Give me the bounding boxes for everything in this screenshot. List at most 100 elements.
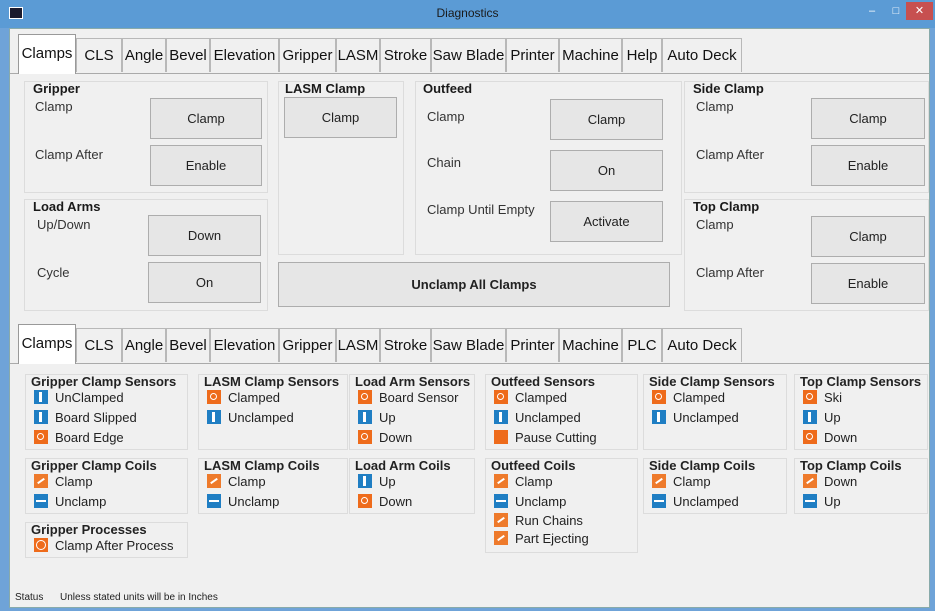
top-tab-clamps[interactable]: Clamps <box>18 34 76 74</box>
top-tab-gripper[interactable]: Gripper <box>279 38 336 72</box>
load-arms-cycle-label: Cycle <box>37 265 70 280</box>
sensor-label: Board Slipped <box>55 410 137 425</box>
group-title: LASM Clamp Sensors <box>204 374 340 389</box>
outfeed-title: Outfeed <box>423 81 473 96</box>
outfeed-activate-button[interactable]: Activate <box>550 201 663 242</box>
coil-label: Clamp <box>55 474 93 489</box>
gripper-clamp-coils-group: Gripper Clamp Coils Clamp Unclamp <box>25 458 188 514</box>
side-clamp-enable-button[interactable]: Enable <box>811 145 925 186</box>
top-tab-saw-blade[interactable]: Saw Blade <box>431 38 506 72</box>
top-clamp-clamp-button[interactable]: Clamp <box>811 216 925 257</box>
coil-label: Clamp <box>228 474 266 489</box>
bottom-tab-plc[interactable]: PLC <box>622 328 662 362</box>
gripper-clamp-after-label: Clamp After <box>35 147 103 162</box>
sensor-label: Unclamped <box>228 410 294 425</box>
bottom-tab-bevel[interactable]: Bevel <box>166 328 210 362</box>
top-tab-auto-deck[interactable]: Auto Deck <box>662 38 742 72</box>
group-title: Outfeed Sensors <box>491 374 596 389</box>
sensor-label: Pause Cutting <box>515 430 597 445</box>
orange-coil-icon <box>494 474 508 488</box>
side-clamp-after-label: Clamp After <box>696 147 764 162</box>
side-clamp-title: Side Clamp <box>693 81 764 96</box>
group-title: Gripper Clamp Sensors <box>31 374 177 389</box>
sensor-label: Up <box>824 410 841 425</box>
load-arm-sensors-group: Load Arm Sensors Board Sensor Up Down <box>349 374 475 450</box>
sensor-row: Ski <box>803 390 842 408</box>
maximize-button[interactable]: □ <box>885 2 907 20</box>
side-clamp-clamp-button[interactable]: Clamp <box>811 98 925 139</box>
sensor-row: Clamped <box>207 390 280 408</box>
bottom-tab-angle[interactable]: Angle <box>122 328 166 362</box>
coil-label: Clamp <box>515 474 553 489</box>
bottom-tab-machine[interactable]: Machine <box>559 328 622 362</box>
top-tab-lasm[interactable]: LASM <box>336 38 380 72</box>
orange-circle-icon <box>494 390 508 404</box>
bottom-tab-auto-deck[interactable]: Auto Deck <box>662 328 742 362</box>
title-bar: Diagnostics – □ ✕ <box>0 0 935 28</box>
outfeed-chain-label: Chain <box>427 155 461 170</box>
lasm-clamp-coils-group: LASM Clamp Coils Clamp Unclamp <box>198 458 348 514</box>
sensor-label: Ski <box>824 390 843 405</box>
top-tab-cls[interactable]: CLS <box>76 38 122 72</box>
coil-label: Part Ejecting <box>515 531 589 546</box>
blue-bar-icon <box>494 410 508 424</box>
top-tab-elevation[interactable]: Elevation <box>210 38 279 72</box>
bottom-tab-clamps[interactable]: Clamps <box>18 324 76 364</box>
top-tab-printer[interactable]: Printer <box>506 38 559 72</box>
bottom-tab-printer[interactable]: Printer <box>506 328 559 362</box>
bottom-tab-elevation[interactable]: Elevation <box>210 328 279 362</box>
top-clamp-enable-button[interactable]: Enable <box>811 263 925 304</box>
coil-label: Up <box>824 494 841 509</box>
coil-row: Unclamp <box>34 494 106 512</box>
gripper-enable-button[interactable]: Enable <box>150 145 262 186</box>
bottom-tab-stroke[interactable]: Stroke <box>380 328 431 362</box>
sensor-label: Clamped <box>515 390 568 405</box>
coil-row: Unclamp <box>207 494 279 512</box>
blue-bar-icon <box>34 410 48 424</box>
lasm-clamp-button[interactable]: Clamp <box>284 97 397 138</box>
top-tab-machine[interactable]: Machine <box>559 38 622 72</box>
top-tab-stroke[interactable]: Stroke <box>380 38 431 72</box>
orange-circle-icon <box>358 430 372 444</box>
unclamp-all-button[interactable]: Unclamp All Clamps <box>278 262 670 307</box>
orange-process-icon <box>34 538 48 552</box>
coil-label: Up <box>379 474 396 489</box>
sensor-row: Down <box>358 430 412 448</box>
bottom-tab-saw-blade[interactable]: Saw Blade <box>431 328 506 362</box>
sensor-row: Board Slipped <box>34 410 137 428</box>
minimize-button[interactable]: – <box>861 2 883 20</box>
gripper-title: Gripper <box>33 81 80 96</box>
group-title: Gripper Clamp Coils <box>31 458 157 473</box>
coil-row: Part Ejecting <box>494 531 589 549</box>
sensor-row: Up <box>358 410 396 428</box>
bottom-tab-gripper[interactable]: Gripper <box>279 328 336 362</box>
outfeed-panel: Outfeed Clamp Clamp Chain On Clamp Until… <box>415 81 682 255</box>
top-tab-angle[interactable]: Angle <box>122 38 166 72</box>
gripper-clamp-button[interactable]: Clamp <box>150 98 262 139</box>
outfeed-sensors-group: Outfeed Sensors Clamped Unclamped Pause … <box>485 374 638 450</box>
load-arms-down-button[interactable]: Down <box>148 215 261 256</box>
load-arms-title: Load Arms <box>33 199 101 214</box>
orange-coil-icon <box>652 474 666 488</box>
outfeed-clamp-label: Clamp <box>427 109 465 124</box>
bottom-tab-lasm[interactable]: LASM <box>336 328 380 362</box>
lasm-clamp-title: LASM Clamp <box>285 81 366 96</box>
bottom-tab-cls[interactable]: CLS <box>76 328 122 362</box>
close-button[interactable]: ✕ <box>906 2 933 20</box>
sensor-row: Clamped <box>494 390 567 408</box>
sensor-row: Board Edge <box>34 430 124 448</box>
status-bar: Status Unless stated units will be in In… <box>10 583 929 607</box>
sensor-row: Up <box>803 410 841 428</box>
blue-bar-icon <box>652 410 666 424</box>
group-title: Top Clamp Coils <box>800 458 902 473</box>
bottom-tab-strip: Clamps CLS Angle Bevel Elevation Gripper… <box>10 323 929 364</box>
top-clamp-coils-group: Top Clamp Coils Down Up <box>794 458 928 514</box>
top-tab-bevel[interactable]: Bevel <box>166 38 210 72</box>
top-tab-help[interactable]: Help <box>622 38 662 72</box>
outfeed-chain-on-button[interactable]: On <box>550 150 663 191</box>
coil-label: Unclamp <box>515 494 567 509</box>
main-window: Clamps CLS Angle Bevel Elevation Gripper… <box>9 28 930 608</box>
outfeed-clamp-button[interactable]: Clamp <box>550 99 663 140</box>
orange-circle-icon <box>34 430 48 444</box>
load-arms-on-button[interactable]: On <box>148 262 261 303</box>
